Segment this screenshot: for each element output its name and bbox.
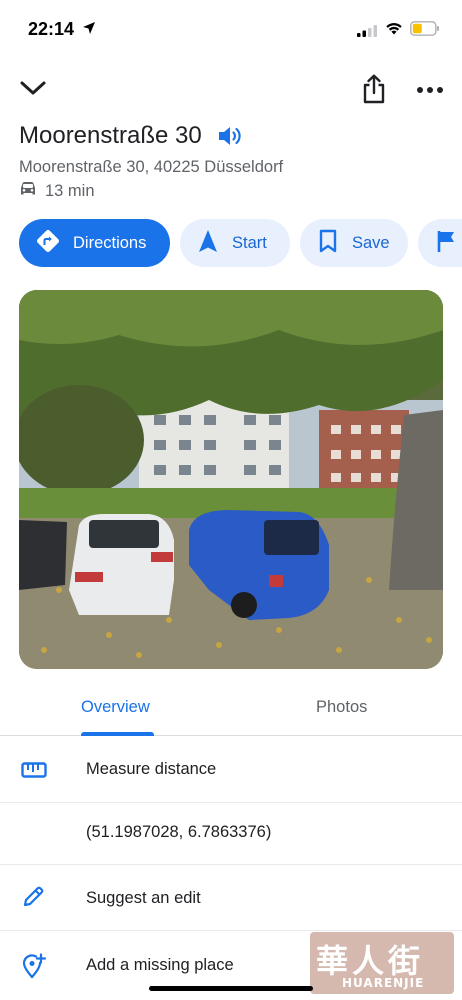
pencil-icon [21,885,45,914]
place-title: Moorenstraße 30 [19,122,202,149]
chevron-down-icon [19,81,47,101]
wifi-icon [385,21,403,40]
status-time: 22:14 [28,19,75,39]
directions-label: Directions [73,233,147,252]
add-missing-place-label: Add a missing place [86,956,234,974]
status-bar: 22:14 [0,0,462,56]
label-button[interactable] [418,219,462,267]
save-label: Save [352,233,390,252]
suggest-edit-label: Suggest an edit [86,889,201,907]
directions-icon [35,228,61,259]
collapse-button[interactable] [18,76,48,102]
more-horizontal-icon [416,82,444,97]
start-label: Start [232,233,267,252]
street-view-photo[interactable] [19,290,443,669]
car-icon [19,181,37,202]
tab-bar: Overview Photos [0,682,462,736]
share-button[interactable] [360,74,388,106]
bookmark-icon [318,229,338,258]
home-indicator[interactable] [149,986,313,991]
coordinates-row[interactable]: (51.1987028, 6.7863376) [0,803,462,865]
coordinates-text: (51.1987028, 6.7863376) [86,823,272,841]
battery-icon [410,21,440,41]
cellular-signal-icon [357,24,377,42]
speaker-icon [217,127,243,151]
tab-photos[interactable]: Photos [316,698,367,717]
navigation-arrow-icon [198,229,218,258]
action-chip-row: Directions Start Save [19,219,462,267]
tab-overview[interactable]: Overview [81,698,150,717]
travel-time: 13 min [45,181,95,200]
more-options-button[interactable] [414,80,446,98]
travel-info: 13 min [19,180,95,202]
location-arrow-icon [82,21,96,40]
tab-selected-indicator [81,732,154,736]
measure-distance-label: Measure distance [86,760,217,778]
directions-button[interactable]: Directions [19,219,170,267]
save-button[interactable]: Save [300,219,408,267]
add-location-icon [21,953,47,984]
share-icon [361,74,387,107]
suggest-edit-row[interactable]: Suggest an edit [0,865,462,931]
flag-icon [436,229,456,258]
start-navigation-button[interactable]: Start [180,219,290,267]
pronounce-button[interactable] [216,124,244,150]
place-address: Moorenstraße 30, 40225 Düsseldorf [19,158,284,176]
watermark: 華人街 HUARENJIE [310,932,454,994]
ruler-icon [21,761,47,784]
measure-distance-row[interactable]: Measure distance [0,737,462,803]
watermark-subtext: HUARENJIE [342,976,425,990]
